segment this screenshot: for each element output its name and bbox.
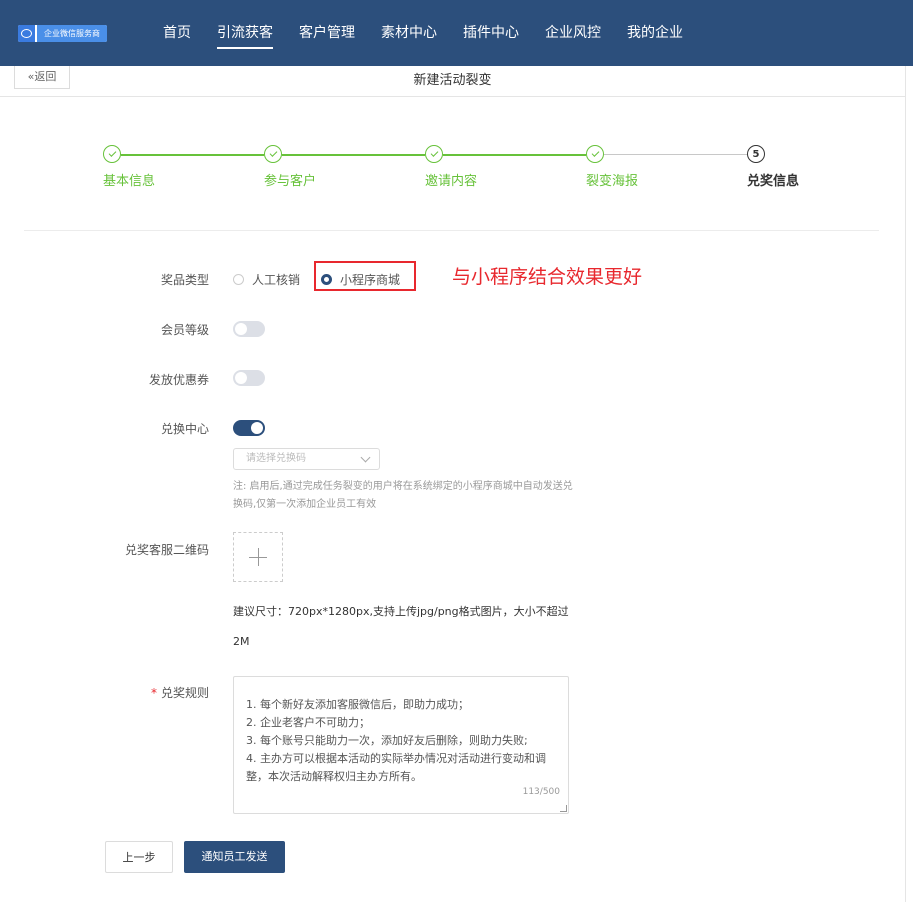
rules-label-text: 兑奖规则 — [160, 686, 209, 700]
step-5-number: 5 — [747, 145, 765, 163]
main-nav: 首页 引流获客 客户管理 素材中心 插件中心 企业风控 我的企业 — [150, 0, 696, 66]
nav-item-lead-gen[interactable]: 引流获客 — [217, 0, 273, 66]
radio-manual-verify[interactable]: 人工核销 — [233, 271, 300, 288]
step-label-5: 兑奖信息 — [747, 174, 800, 189]
nav-item-my-company[interactable]: 我的企业 — [627, 0, 683, 66]
page-header: «返回 新建活动裂变 — [0, 66, 905, 97]
nav-item-plugins[interactable]: 插件中心 — [463, 0, 519, 66]
nav-item-customers[interactable]: 客户管理 — [299, 0, 355, 66]
step-label-2: 参与客户 — [264, 174, 317, 189]
prev-step-button[interactable]: 上一步 — [105, 841, 173, 873]
select-placeholder: 请选择兑换码 — [246, 453, 306, 464]
redeem-code-select[interactable]: 请选择兑换码 — [233, 448, 380, 470]
radio-off-icon — [233, 274, 244, 285]
nav-item-materials[interactable]: 素材中心 — [381, 0, 437, 66]
qrcode-upload[interactable] — [233, 532, 283, 582]
size-hint-cont: 2M — [233, 635, 250, 648]
section-divider — [24, 230, 879, 231]
member-level-label: 会员等级 — [160, 323, 209, 337]
step-3-done-icon — [425, 145, 443, 163]
coupon-label: 发放优惠券 — [148, 373, 209, 387]
exchange-note: 注: 启用后,通过完成任务裂变的用户将在系统绑定的小程序商城中自动发送兑换码,仅… — [233, 481, 573, 510]
char-counter: 113/500 — [522, 787, 560, 797]
rule-line: 3. 每个账号只能助力一次，添加好友后删除，则助力失败; — [246, 734, 528, 747]
prize-type-label: 奖品类型 — [160, 273, 209, 287]
step-label-4: 裂变海报 — [586, 174, 639, 189]
step-connector — [604, 154, 747, 155]
step-progress: 基本信息 参与客户 邀请内容 裂变海报 5 兑奖信息 — [103, 145, 803, 195]
step-connector — [121, 154, 264, 156]
page-title: 新建活动裂变 — [413, 73, 492, 88]
rule-line: 4. 主办方可以根据本活动的实际举办情况对活动进行变动和调整，本次活动解释权归主… — [246, 752, 546, 783]
step-connector — [282, 154, 425, 156]
step-label-3: 邀请内容 — [425, 174, 478, 189]
step-1-done-icon — [103, 145, 121, 163]
step-2-done-icon — [264, 145, 282, 163]
chevron-down-icon — [360, 452, 371, 463]
size-hint: 建议尺寸：720px*1280px,支持上传jpg/png格式图片，大小不超过 — [233, 605, 569, 618]
notify-staff-button[interactable]: 通知员工发送 — [184, 841, 285, 873]
nav-item-risk-control[interactable]: 企业风控 — [545, 0, 601, 66]
rule-line: 1. 每个新好友添加客服微信后，即助力成功； — [246, 698, 469, 711]
step-connector — [443, 154, 586, 156]
rules-textarea[interactable]: 1. 每个新好友添加客服微信后，即助力成功； 2. 企业老客户不可助力； 3. … — [233, 676, 569, 814]
annotation-text: 与小程序结合效果更好 — [452, 266, 643, 288]
member-level-toggle[interactable] — [233, 321, 265, 337]
radio-label: 人工核销 — [252, 273, 301, 287]
logo-text: 企业微信服务商 — [37, 25, 107, 42]
step-4-done-icon — [586, 145, 604, 163]
exchange-center-label: 兑换中心 — [160, 422, 209, 436]
step-label-1: 基本信息 — [103, 174, 156, 189]
rules-label: * 兑奖规则 — [151, 684, 209, 701]
scrollbar-track — [905, 66, 906, 902]
qrcode-label: 兑奖客服二维码 — [124, 543, 209, 557]
required-mark: * — [150, 686, 157, 700]
exchange-center-toggle[interactable] — [233, 420, 265, 436]
brand-logo[interactable]: 企业微信服务商 — [18, 25, 107, 42]
highlight-box — [314, 261, 416, 291]
nav-item-home[interactable]: 首页 — [163, 0, 191, 66]
rule-line: 2. 企业老客户不可助力； — [246, 716, 370, 729]
chat-bubble-icon — [18, 25, 35, 42]
coupon-toggle[interactable] — [233, 370, 265, 386]
top-navbar: 企业微信服务商 首页 引流获客 客户管理 素材中心 插件中心 企业风控 我的企业 — [0, 0, 913, 66]
resize-handle-icon[interactable] — [560, 805, 567, 812]
